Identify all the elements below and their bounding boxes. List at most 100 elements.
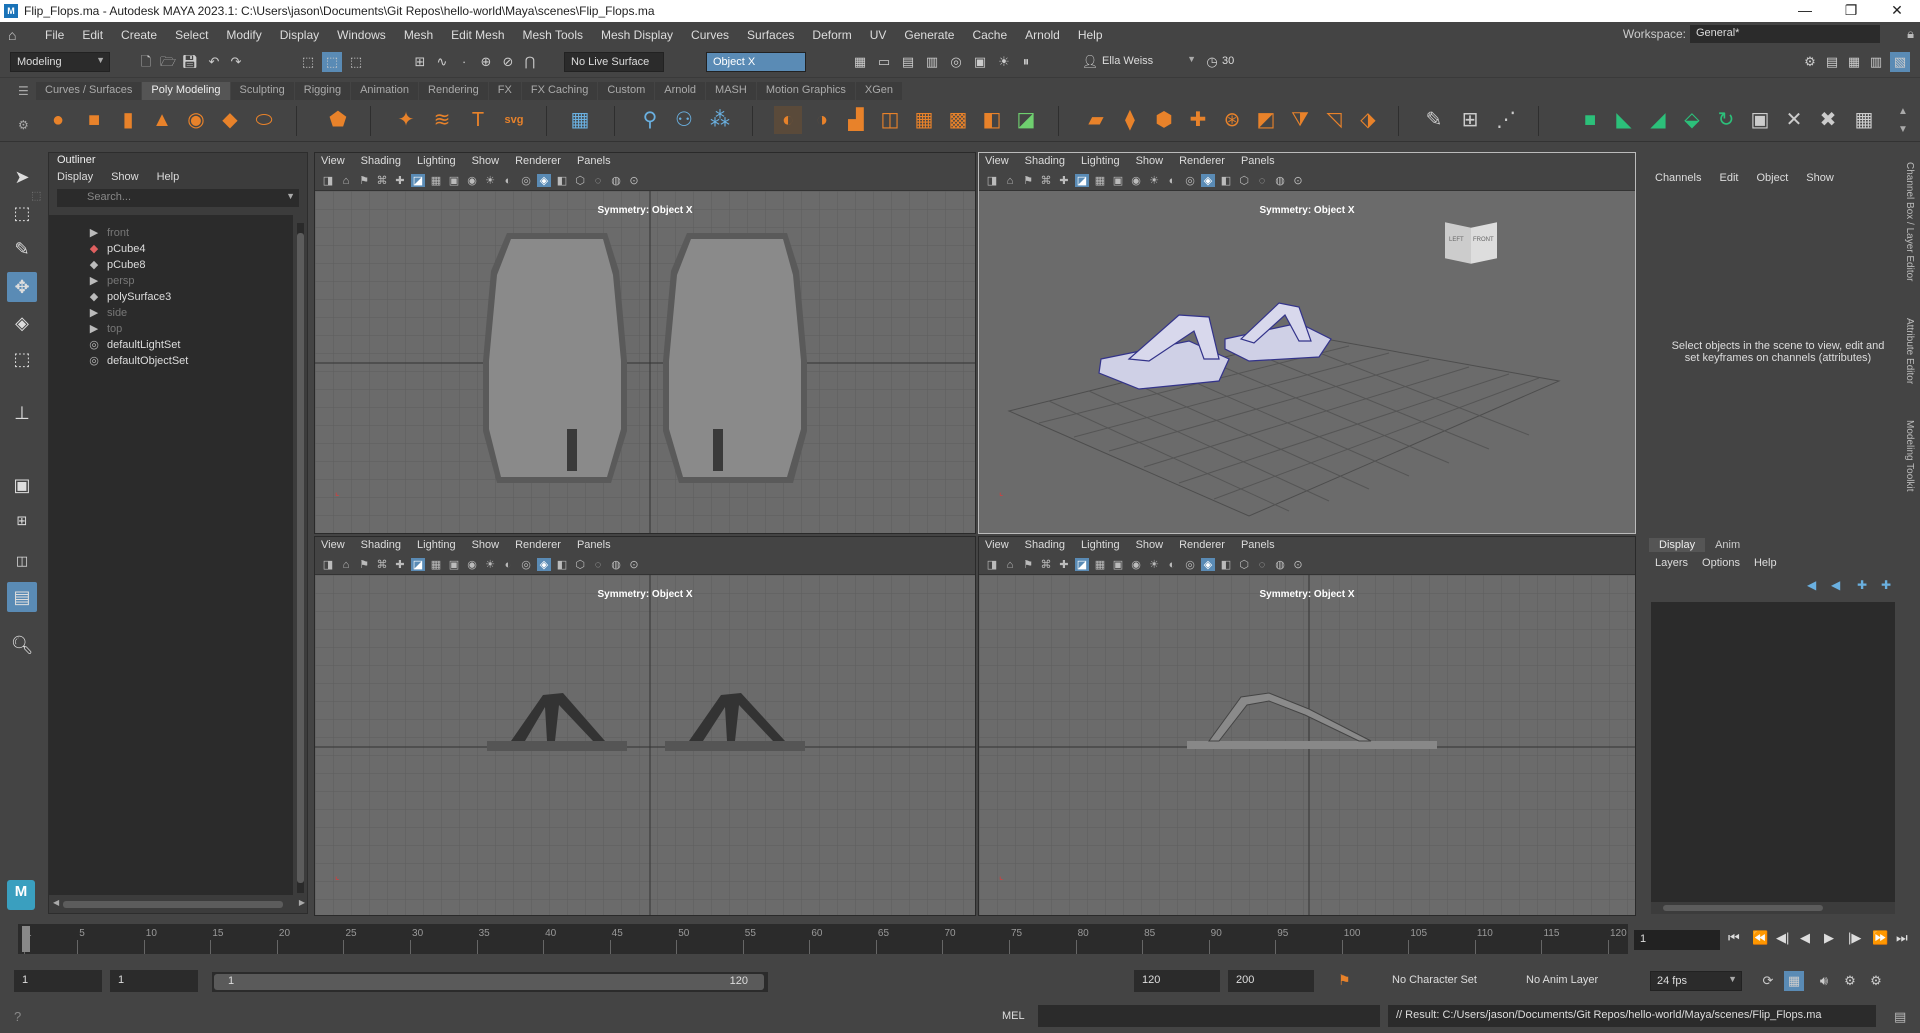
shelf-tab-rigging[interactable]: Rigging bbox=[294, 82, 351, 100]
color-manage-icon[interactable]: ⊙ bbox=[1291, 558, 1305, 571]
shelf-tab-animation[interactable]: Animation bbox=[351, 82, 419, 100]
scroll-right-icon[interactable]: ▶ bbox=[299, 898, 305, 907]
lights-icon[interactable]: ☀ bbox=[1147, 558, 1161, 571]
go-to-start-icon[interactable]: ⏮ bbox=[1728, 930, 1740, 946]
playback-start-field[interactable]: 1 bbox=[110, 970, 198, 992]
tool-settings-icon[interactable]: ▦ bbox=[1844, 52, 1864, 72]
aa-icon[interactable]: ⬡ bbox=[1237, 558, 1251, 571]
camera-select-icon[interactable]: ◨ bbox=[985, 558, 999, 571]
four-view-layout-icon[interactable]: ⊞ bbox=[7, 506, 37, 536]
snap-grid-icon[interactable]: ⊞ bbox=[410, 52, 430, 72]
wireframe-icon[interactable]: ▦ bbox=[429, 174, 443, 187]
image-plane-icon[interactable]: ⌘ bbox=[1039, 174, 1053, 187]
current-time-marker[interactable] bbox=[22, 926, 30, 952]
shelf-tab-custom[interactable]: Custom bbox=[598, 82, 655, 100]
viewport-menu-renderer[interactable]: Renderer bbox=[1179, 153, 1233, 171]
menu-curves[interactable]: Curves bbox=[682, 28, 738, 42]
viewport-menu-renderer[interactable]: Renderer bbox=[515, 537, 569, 555]
camera-attr-icon[interactable]: ⌂ bbox=[339, 175, 353, 187]
lights-icon[interactable]: ☀ bbox=[483, 558, 497, 571]
grid-icon[interactable]: ✚ bbox=[1057, 558, 1071, 571]
viewport-menu-view[interactable]: View bbox=[985, 153, 1017, 171]
select-component-icon[interactable]: ⬚ bbox=[346, 52, 366, 72]
wireframe-icon[interactable]: ▦ bbox=[1093, 558, 1107, 571]
character-set-dropdown[interactable]: No Character Set bbox=[1386, 971, 1516, 991]
image-plane-icon[interactable]: ⌘ bbox=[375, 174, 389, 187]
edge-loop-icon[interactable]: ⊞ bbox=[1456, 106, 1484, 134]
viewport-top[interactable]: View Shading Lighting Show Renderer Pane… bbox=[314, 152, 976, 534]
viewport-menu-show[interactable]: Show bbox=[1136, 153, 1172, 171]
viewport-menu-lighting[interactable]: Lighting bbox=[417, 153, 464, 171]
image-plane-icon[interactable]: ⌘ bbox=[375, 558, 389, 571]
viewport-menu-view[interactable]: View bbox=[321, 537, 353, 555]
ipr-render-icon[interactable]: ▤ bbox=[898, 52, 918, 72]
layer-tab-display[interactable]: Display bbox=[1649, 538, 1706, 552]
isolate-icon[interactable]: ◧ bbox=[555, 558, 569, 571]
menu-windows[interactable]: Windows bbox=[328, 28, 395, 42]
menu-arnold[interactable]: Arnold bbox=[1016, 28, 1069, 42]
crease-tool-icon[interactable]: ■ bbox=[1576, 106, 1604, 134]
isolate-icon[interactable]: ◧ bbox=[1219, 558, 1233, 571]
snap-live-icon[interactable]: ⊘ bbox=[498, 52, 518, 72]
viewport-menu-shading[interactable]: Shading bbox=[361, 153, 409, 171]
home-icon[interactable]: ⌂ bbox=[8, 27, 30, 43]
bool-union-icon[interactable]: ◐ bbox=[774, 106, 802, 134]
xray-icon[interactable]: ◈ bbox=[1201, 558, 1215, 571]
fps-dropdown[interactable]: 24 fps ▼ bbox=[1650, 971, 1742, 991]
menu-edit-mesh[interactable]: Edit Mesh bbox=[442, 28, 513, 42]
step-forward-key-icon[interactable]: ⏩ bbox=[1872, 930, 1888, 946]
range-slider-fill[interactable] bbox=[214, 974, 764, 990]
smooth-icon[interactable]: ⁂ bbox=[706, 106, 734, 134]
color-manage-icon[interactable]: ⊙ bbox=[627, 174, 641, 187]
poly-sphere-icon[interactable]: ● bbox=[44, 106, 72, 134]
layer-editor-icon[interactable]: ▧ bbox=[1890, 52, 1910, 72]
separate-icon[interactable]: ⚇ bbox=[670, 106, 698, 134]
camera-attr-icon[interactable]: ⌂ bbox=[1003, 175, 1017, 187]
poly-plane-icon[interactable]: ◆ bbox=[216, 106, 244, 134]
lasso-tool-icon[interactable]: ⬚ bbox=[7, 198, 37, 228]
shelf-scroll-up-icon[interactable]: ▲ bbox=[1898, 106, 1908, 117]
harden-edge-icon[interactable]: ✕ bbox=[1780, 106, 1808, 134]
sweep-mesh-icon[interactable]: ≋ bbox=[428, 106, 456, 134]
chevron-down-icon[interactable]: ▼ bbox=[286, 191, 295, 201]
hypershade-icon[interactable]: ◎ bbox=[946, 52, 966, 72]
shadows-icon[interactable]: ◐ bbox=[1165, 559, 1179, 571]
menu-help[interactable]: Help bbox=[1069, 28, 1112, 42]
super-shape-icon[interactable]: ✦ bbox=[392, 106, 420, 134]
outliner-item-defaultobjectset[interactable]: ◎ defaultObjectSet bbox=[87, 351, 188, 371]
camera-attr-icon[interactable]: ⌂ bbox=[339, 559, 353, 571]
viewport-menu-lighting[interactable]: Lighting bbox=[1081, 153, 1128, 171]
gamma-icon[interactable]: ◍ bbox=[1273, 558, 1287, 571]
smooth-shade-icon[interactable]: ▣ bbox=[1111, 174, 1125, 187]
poke-icon[interactable]: ✚ bbox=[1184, 106, 1212, 134]
layer-tab-anim[interactable]: Anim bbox=[1705, 538, 1750, 552]
command-input[interactable] bbox=[1038, 1005, 1380, 1027]
snap-view-icon[interactable]: ⊕ bbox=[476, 52, 496, 72]
xray-icon[interactable]: ◈ bbox=[537, 558, 551, 571]
ao-icon[interactable]: ◎ bbox=[519, 174, 533, 187]
snap-curve-icon[interactable]: ∿ bbox=[432, 52, 452, 72]
scrollbar-thumb[interactable] bbox=[297, 233, 304, 883]
gamma-icon[interactable]: ◍ bbox=[609, 558, 623, 571]
film-gate-icon[interactable]: ◪ bbox=[411, 558, 425, 571]
isolate-icon[interactable]: ◧ bbox=[1219, 174, 1233, 187]
render-settings-icon[interactable]: ▦ bbox=[850, 52, 870, 72]
view-cube[interactable]: LEFT FRONT bbox=[1445, 221, 1497, 265]
poly-disc-icon[interactable]: ⬭ bbox=[250, 106, 278, 134]
multi-cut-icon[interactable]: ✎ bbox=[1420, 106, 1448, 134]
open-scene-icon[interactable]: 🗁 bbox=[158, 52, 178, 72]
offset-loop-icon[interactable]: ⋰ bbox=[1492, 106, 1520, 134]
paint-select-tool-icon[interactable]: ✎ bbox=[7, 234, 37, 264]
snap-point-icon[interactable]: ∙ bbox=[454, 52, 474, 72]
step-forward-frame-icon[interactable]: |▶︎ bbox=[1848, 930, 1861, 946]
shelf-tab-rendering[interactable]: Rendering bbox=[419, 82, 488, 100]
step-back-key-icon[interactable]: ⏪ bbox=[1752, 930, 1768, 946]
camera-select-icon[interactable]: ◨ bbox=[321, 174, 335, 187]
snap-magnet-icon[interactable]: ⋂ bbox=[520, 52, 540, 72]
play-backward-icon[interactable]: ◀ bbox=[1800, 930, 1810, 946]
menu-file[interactable]: File bbox=[36, 28, 73, 42]
menu-modify[interactable]: Modify bbox=[217, 28, 270, 42]
shelf-menu-icon[interactable]: ☰ bbox=[18, 84, 29, 98]
undo-icon[interactable]: ↶ bbox=[204, 52, 224, 72]
channel-menu-object[interactable]: Object bbox=[1756, 172, 1788, 184]
